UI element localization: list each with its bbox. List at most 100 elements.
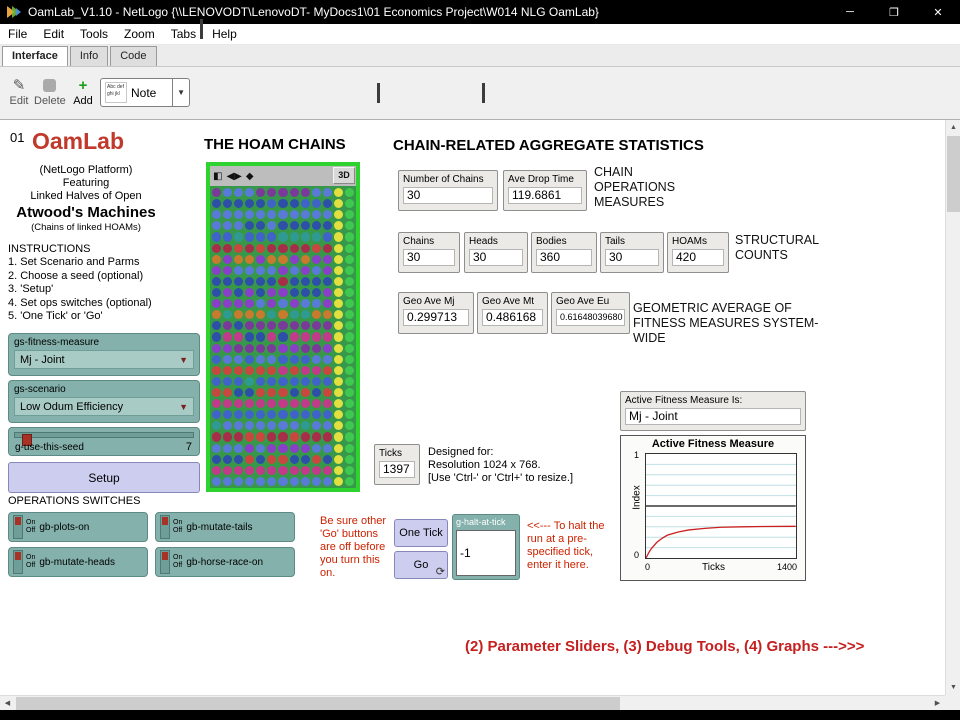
world-agent-dot xyxy=(312,321,321,330)
world-agent-dot xyxy=(278,232,287,241)
world-agent-dot xyxy=(234,210,243,219)
slider-g-use-this-seed[interactable]: g-use-this-seed 7 xyxy=(8,427,200,456)
chooser-gs-fitness-measure[interactable]: gs-fitness-measure Mj - Joint ▼ xyxy=(8,333,200,376)
switch-toggle[interactable] xyxy=(160,515,170,539)
operations-switches-heading: OPERATIONS SWITCHES xyxy=(8,495,140,507)
slider-track[interactable] xyxy=(14,432,194,438)
switch-gb-mutate-heads[interactable]: OnOff gb-mutate-heads xyxy=(8,547,148,577)
world-agent-dot xyxy=(323,321,332,330)
world-agent-dot xyxy=(301,344,310,353)
switch-gb-horse-race-on[interactable]: OnOff gb-horse-race-on xyxy=(155,547,295,577)
halt-at-tick-field[interactable] xyxy=(456,530,516,576)
world-agent-dot xyxy=(312,232,321,241)
view-3d-button[interactable]: 3D xyxy=(333,167,355,184)
world-agent-dot xyxy=(345,388,354,397)
world-agent-dot xyxy=(256,321,265,330)
halt-hint-note: <<--- To halt the run at a pre-specified… xyxy=(527,520,611,572)
world-agent-dot xyxy=(212,255,221,264)
world-agent-dot xyxy=(278,188,287,197)
menu-zoom[interactable]: Zoom xyxy=(116,25,163,43)
world-agent-dot xyxy=(267,299,276,308)
world-agent-dot xyxy=(290,277,299,286)
world-agent-dot xyxy=(256,332,265,341)
switch-gb-plots-on[interactable]: OnOff gb-plots-on xyxy=(8,512,148,542)
scroll-down-arrow[interactable]: ▼ xyxy=(946,680,960,695)
switch-toggle[interactable] xyxy=(13,515,23,539)
menu-tools[interactable]: Tools xyxy=(72,25,116,43)
world-agent-dot xyxy=(223,299,232,308)
world-agent-dot xyxy=(312,255,321,264)
scroll-up-arrow[interactable]: ▲ xyxy=(946,120,960,135)
switch-toggle[interactable] xyxy=(13,550,23,574)
tab-interface[interactable]: Interface xyxy=(2,46,68,66)
world-agent-dot xyxy=(301,244,310,253)
world-agent-dot xyxy=(245,399,254,408)
input-g-halt-at-tick[interactable]: g-halt-at-tick xyxy=(452,514,520,580)
world-agent-dot xyxy=(312,377,321,386)
world-view[interactable]: ◧ ◀▶ ◆ 3D xyxy=(206,162,360,492)
world-agent-dot xyxy=(212,377,221,386)
world-agent-dot xyxy=(345,344,354,353)
edit-widget-button[interactable]: ✎ Edit xyxy=(4,77,34,107)
world-agent-dot xyxy=(267,321,276,330)
world-agent-dot xyxy=(301,221,310,230)
world-agent-dot xyxy=(290,344,299,353)
horizontal-scrollbar[interactable]: ◀ ▶ xyxy=(0,695,945,710)
minimize-button[interactable]: ─ xyxy=(828,0,872,24)
world-agent-dot xyxy=(334,444,343,453)
switch-toggle[interactable] xyxy=(160,550,170,574)
world-agent-dot xyxy=(234,188,243,197)
title-bar: OamLab_V1.10 - NetLogo {\\LENOVODT\Lenov… xyxy=(0,0,960,24)
setup-button[interactable]: Setup xyxy=(8,462,200,493)
delete-icon xyxy=(43,79,56,92)
delete-widget-button[interactable]: Delete xyxy=(34,77,64,107)
world-agent-dot xyxy=(223,477,232,486)
instruction-step: 2. Choose a seed (optional) xyxy=(8,270,152,284)
menu-file[interactable]: File xyxy=(0,25,35,43)
world-agent-dot xyxy=(312,188,321,197)
diamond-icon[interactable]: ◆ xyxy=(246,171,254,182)
arrows-horizontal-icon[interactable]: ◀▶ xyxy=(226,171,241,182)
chevron-down-icon: ▼ xyxy=(172,79,189,106)
tab-bar: Interface Info Code xyxy=(0,45,960,67)
world-agent-dot xyxy=(223,355,232,364)
monitor-number-of-chains: Number of Chains 30 xyxy=(398,170,498,211)
chooser-gs-scenario[interactable]: gs-scenario Low Odum Efficiency ▼ xyxy=(8,380,200,423)
scroll-right-arrow[interactable]: ▶ xyxy=(930,696,945,711)
close-button[interactable]: ✕ xyxy=(916,0,960,24)
world-agent-dot xyxy=(290,466,299,475)
menu-edit[interactable]: Edit xyxy=(35,25,72,43)
switch-handle[interactable] xyxy=(162,517,168,525)
switch-handle[interactable] xyxy=(15,517,21,525)
world-agent-dot xyxy=(312,466,321,475)
horizontal-scroll-thumb[interactable] xyxy=(16,697,620,710)
world-agent-dot xyxy=(278,277,287,286)
widget-type-dropdown[interactable]: Abc def ghi jkl Note ▼ xyxy=(100,78,190,107)
world-view-header: ◧ ◀▶ ◆ 3D xyxy=(210,166,356,186)
switch-gb-mutate-tails[interactable]: OnOff gb-mutate-tails xyxy=(155,512,295,542)
tab-code[interactable]: Code xyxy=(110,46,156,66)
maximize-button[interactable]: ❐ xyxy=(872,0,916,24)
menu-tabs[interactable]: Tabs xyxy=(163,25,204,43)
shade-square-icon[interactable]: ◧ xyxy=(213,171,222,182)
world-agent-dot xyxy=(234,344,243,353)
world-agent-dot xyxy=(345,366,354,375)
world-agent-dot xyxy=(334,199,343,208)
scroll-left-arrow[interactable]: ◀ xyxy=(0,696,15,711)
add-widget-button[interactable]: + Add xyxy=(68,77,98,107)
world-agent-dot xyxy=(334,321,343,330)
plot-xtick-min: 0 xyxy=(645,562,650,572)
go-button[interactable]: Go ⟳ xyxy=(394,551,448,579)
switch-handle[interactable] xyxy=(15,552,21,560)
vertical-scroll-thumb[interactable] xyxy=(947,136,960,212)
world-agent-dot xyxy=(223,410,232,419)
menu-help[interactable]: Help xyxy=(204,25,245,43)
switch-handle[interactable] xyxy=(162,552,168,560)
world-agent-dot xyxy=(223,444,232,453)
world-agent-dot xyxy=(234,377,243,386)
one-tick-button[interactable]: One Tick xyxy=(394,519,448,547)
tab-info[interactable]: Info xyxy=(70,46,108,66)
world-agent-dot xyxy=(323,377,332,386)
world-agent-dot xyxy=(345,277,354,286)
vertical-scrollbar[interactable]: ▲ ▼ xyxy=(945,120,960,695)
